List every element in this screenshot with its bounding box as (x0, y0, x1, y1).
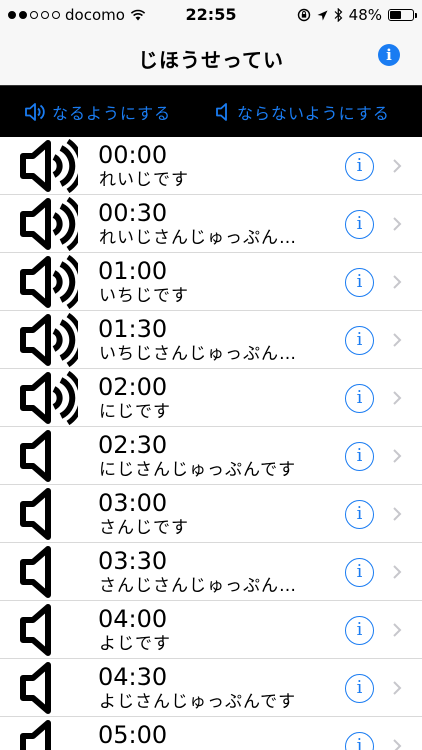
info-icon[interactable]: i (345, 674, 374, 703)
speaker-off-icon[interactable] (18, 719, 78, 750)
row-time: 05:00 (98, 721, 168, 749)
row-label: れいじさんじゅっぷん… (99, 228, 297, 248)
row-label: にじです (99, 402, 171, 422)
speaker-off-icon (216, 103, 227, 121)
disable-all-label: ならないようにする (237, 104, 390, 123)
info-icon[interactable]: i (345, 326, 374, 355)
speaker-on-icon[interactable] (18, 255, 78, 309)
location-icon (317, 10, 328, 20)
disable-all-button[interactable]: ならないようにする (215, 86, 390, 138)
info-icon[interactable]: i (345, 442, 374, 471)
list-item[interactable]: 01:00 いちじです i (0, 253, 422, 311)
status-bar: docomo 22:55 48% (0, 0, 422, 30)
speaker-off-icon[interactable] (18, 429, 78, 483)
bluetooth-icon (334, 8, 343, 22)
speaker-off-icon[interactable] (18, 487, 78, 541)
chevron-right-icon (393, 507, 402, 521)
battery-icon (388, 9, 417, 21)
chevron-right-icon (393, 217, 402, 231)
speaker-on-icon[interactable] (18, 197, 78, 251)
row-time: 02:30 (98, 431, 168, 459)
speaker-off-icon[interactable] (18, 545, 78, 599)
status-right: 48% (297, 6, 417, 24)
row-time: 01:30 (98, 315, 168, 343)
enable-all-button[interactable]: なるようにする (24, 86, 171, 138)
row-time: 04:30 (98, 663, 168, 691)
list-item[interactable]: 03:30 さんじさんじゅっぷん… i (0, 543, 422, 601)
row-label: よじさんじゅっぷんです (99, 692, 297, 712)
row-label: いちじです (99, 286, 189, 306)
chevron-right-icon (393, 159, 402, 173)
row-label: いちじさんじゅっぷん… (99, 344, 297, 364)
chevron-right-icon (393, 449, 402, 463)
info-button[interactable]: i (378, 44, 400, 66)
info-icon[interactable]: i (345, 268, 374, 297)
chevron-right-icon (393, 391, 402, 405)
info-icon[interactable]: i (345, 558, 374, 587)
list-item[interactable]: 04:00 よじです i (0, 601, 422, 659)
chevron-right-icon (393, 333, 402, 347)
list-item[interactable]: 05:00 i (0, 717, 422, 750)
row-time: 03:30 (98, 547, 168, 575)
list-item[interactable]: 00:30 れいじさんじゅっぷん… i (0, 195, 422, 253)
row-label: にじさんじゅっぷんです (99, 460, 297, 480)
info-icon[interactable]: i (345, 500, 374, 529)
info-icon[interactable]: i (345, 152, 374, 181)
row-label: さんじです (99, 518, 189, 538)
chevron-right-icon (393, 681, 402, 695)
info-icon[interactable]: i (345, 732, 374, 750)
row-label: れいじです (99, 170, 189, 190)
enable-all-label: なるようにする (52, 104, 172, 123)
chevron-right-icon (393, 739, 402, 750)
speaker-on-icon[interactable] (18, 139, 78, 193)
speaker-on-icon[interactable] (18, 371, 78, 425)
chime-list: 00:00 れいじです i 00:30 れいじさんじゅっぷん… i 01:00 いちじです i 0… (0, 137, 422, 750)
list-item[interactable]: 04:30 よじさんじゅっぷんです i (0, 659, 422, 717)
info-icon[interactable]: i (345, 210, 374, 239)
list-item[interactable]: 03:00 さんじです i (0, 485, 422, 543)
row-label: よじです (99, 634, 171, 654)
chevron-right-icon (393, 275, 402, 289)
list-item[interactable]: 02:30 にじさんじゅっぷんです i (0, 427, 422, 485)
orientation-lock-icon (297, 8, 310, 22)
row-time: 00:00 (98, 141, 168, 169)
row-time: 02:00 (98, 373, 168, 401)
toolbar: なるようにする ならないようにする (0, 85, 422, 137)
list-item[interactable]: 00:00 れいじです i (0, 137, 422, 195)
info-icon[interactable]: i (345, 384, 374, 413)
list-item[interactable]: 01:30 いちじさんじゅっぷん… i (0, 311, 422, 369)
chevron-right-icon (393, 565, 402, 579)
row-time: 03:00 (98, 489, 168, 517)
list-item[interactable]: 02:00 にじです i (0, 369, 422, 427)
speaker-on-icon (25, 103, 45, 121)
info-icon[interactable]: i (345, 616, 374, 645)
speaker-off-icon[interactable] (18, 603, 78, 657)
row-time: 04:00 (98, 605, 168, 633)
battery-percent: 48% (348, 6, 382, 24)
chevron-right-icon (393, 623, 402, 637)
speaker-on-icon[interactable] (18, 313, 78, 367)
speaker-off-icon[interactable] (18, 661, 78, 715)
page-title: じほうせってい (138, 48, 284, 72)
row-label: さんじさんじゅっぷん… (99, 576, 297, 596)
row-time: 01:00 (98, 257, 168, 285)
navigation-bar: じほうせってい i (0, 30, 422, 85)
row-time: 00:30 (98, 199, 168, 227)
